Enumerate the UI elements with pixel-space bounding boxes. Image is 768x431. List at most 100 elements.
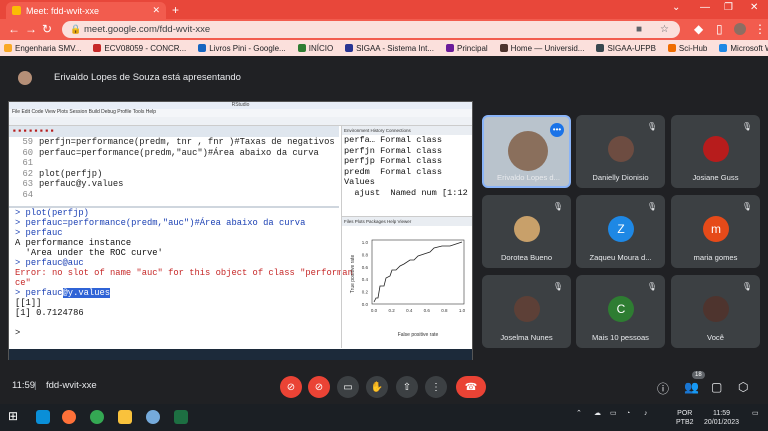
lock-icon: 🔒	[70, 24, 82, 34]
participant-tile[interactable]: ••• Erivaldo Lopes d...	[482, 115, 571, 188]
mic-muted-icon: 🎙	[646, 202, 657, 211]
participant-tile[interactable]: C 🎙 Mais 10 pessoas	[576, 275, 665, 348]
minimize-icon[interactable]: —	[700, 2, 710, 13]
leave-call-button[interactable]: ☎	[456, 376, 486, 398]
y-axis-label: True positive rate	[350, 255, 356, 294]
browser-tab[interactable]: Meet: fdd-wvit-xxe ✕	[6, 2, 166, 19]
language-indicator[interactable]: POR PTB2	[676, 409, 694, 427]
participant-tile[interactable]: 🎙 Josiane Guss	[671, 115, 760, 188]
bookmark[interactable]: SIGAA-UFPB	[596, 44, 656, 53]
captions-button[interactable]: ▭	[337, 376, 359, 398]
captions-icon: ▭	[343, 381, 353, 393]
system-tray-icon[interactable]: ⌃	[576, 409, 582, 418]
camera-indicator-icon[interactable]: ■	[636, 24, 642, 35]
participant-tile[interactable]: 🎙 Dorotea Bueno	[482, 195, 571, 268]
mic-muted-icon: 🎙	[741, 122, 752, 131]
console-line: ce"	[15, 278, 31, 288]
activities-icon[interactable]: ⬡	[738, 380, 748, 394]
forward-icon[interactable]: →	[25, 22, 37, 36]
mic-off-button[interactable]: ⊘	[280, 376, 302, 398]
excel-icon[interactable]	[174, 410, 188, 424]
bookmark[interactable]: Principal	[445, 44, 488, 53]
presenting-banner: Erivaldo Lopes de Souza está apresentand…	[0, 62, 768, 92]
console-line: A performance instance	[15, 238, 132, 248]
bookmark[interactable]: Sci-Hub	[667, 44, 707, 53]
y-tick-label: 0.4	[362, 277, 369, 282]
participant-avatar: Z	[608, 216, 634, 242]
bookmark[interactable]: Microsoft Word - A...	[719, 44, 768, 53]
new-tab-icon[interactable]: +	[172, 3, 179, 17]
bookmark[interactable]: Engenharia SMV...	[4, 44, 81, 53]
bookmark[interactable]: INÍCIO	[297, 44, 333, 53]
camera-off-button[interactable]: ⊘	[308, 376, 330, 398]
more-options-button[interactable]: ⋮	[425, 376, 447, 398]
windows-start-icon[interactable]: ⊞	[8, 409, 22, 423]
url-field[interactable]: 🔒 meet.google.com/fdd-wvit-xxe ■ ☆	[62, 21, 680, 38]
edge-icon[interactable]	[36, 410, 50, 424]
participant-count-badge: 18	[692, 371, 705, 379]
participant-tile[interactable]: Z 🎙 Zaqueu Moura d...	[576, 195, 665, 268]
console-line: 'Area under the ROC curve'	[15, 248, 163, 258]
network-icon[interactable]: ▭	[610, 409, 617, 418]
meeting-code: fdd-wvit-xxe	[46, 380, 97, 391]
star-icon[interactable]: ☆	[660, 24, 669, 35]
meet-favicon-icon	[12, 6, 21, 15]
participant-tile[interactable]: 🎙 Joselma Nunes	[482, 275, 571, 348]
participant-name: Danielly Dionisio	[592, 173, 649, 182]
bookmark[interactable]: Home — Universid...	[499, 44, 584, 53]
environment-pane: Environment History Connections perfa… F…	[341, 126, 472, 216]
tab-search-icon[interactable]: ⌄	[672, 2, 680, 13]
reload-icon[interactable]: ↻	[42, 22, 52, 36]
chrome-icon[interactable]	[90, 410, 104, 424]
close-tab-icon[interactable]: ✕	[152, 5, 160, 16]
source-line: 61	[9, 158, 339, 169]
onedrive-icon[interactable]: ☁	[594, 409, 601, 418]
x-tick-label: 1.0	[459, 308, 466, 313]
participant-tile[interactable]: 🎙 Você	[671, 275, 760, 348]
participant-tile[interactable]: 🎙 Danielly Dionisio	[576, 115, 665, 188]
mic-muted-icon: 🎙	[741, 282, 752, 291]
maximize-icon[interactable]: ❐	[724, 2, 733, 13]
environment-tabs: Environment History Connections	[342, 126, 472, 135]
bookmark[interactable]: ECV08059 - CONCR...	[93, 44, 186, 53]
menu-icon[interactable]: ⋮	[754, 22, 766, 36]
source-line: 60 perfauc=performance(predm,"auc")#Área …	[9, 148, 339, 159]
present-icon: ⇧	[402, 381, 412, 393]
console-line: > perfauc@y.values	[15, 288, 111, 298]
clock[interactable]: 11:59 20/01/2023	[704, 409, 739, 427]
chat-icon[interactable]: ▢	[711, 380, 722, 394]
notifications-icon[interactable]: ▭	[752, 409, 759, 418]
more-options-icon: •••	[550, 123, 564, 137]
console-line: > perfauc	[15, 228, 63, 238]
line-code: perfauc=performance(predm,"auc")#Área ab…	[39, 147, 319, 158]
rstudio-icon[interactable]	[146, 410, 160, 424]
bookmark[interactable]: SIGAA - Sistema Int...	[345, 44, 434, 53]
hang-up-icon: ☎	[464, 381, 478, 393]
console-pane: > plot(perfjp) > perfauc=performance(pred…	[9, 206, 353, 348]
more-icon: ⋮	[431, 381, 441, 393]
close-window-icon[interactable]: ✕	[750, 2, 758, 13]
console-line: >	[15, 328, 21, 338]
wifi-icon[interactable]: ◔	[626, 409, 630, 418]
participant-avatar	[608, 136, 634, 162]
profile-avatar[interactable]	[734, 23, 746, 35]
file-explorer-icon[interactable]	[118, 410, 132, 424]
back-icon[interactable]: ←	[8, 22, 20, 36]
y-tick-label: 0.0	[362, 302, 369, 307]
presenter-video	[508, 131, 548, 171]
url-text: meet.google.com/fdd-wvit-xxe	[84, 24, 211, 35]
people-icon[interactable]: 👥	[684, 380, 699, 394]
selected-text: @y.values	[62, 288, 111, 298]
raise-hand-button[interactable]: ✋	[366, 376, 388, 398]
volume-icon[interactable]: ♪	[644, 409, 648, 418]
info-icon[interactable]: ⓘ	[657, 380, 669, 397]
extensions-icon[interactable]: ◆	[694, 22, 703, 36]
environment-line: Values	[344, 177, 375, 187]
bookmark[interactable]: Livros Pini - Google...	[198, 44, 286, 53]
line-number: 59	[22, 137, 33, 147]
participant-tile[interactable]: m 🎙 maria gomes	[671, 195, 760, 268]
side-panel-icon[interactable]: ▯	[716, 22, 723, 36]
firefox-icon[interactable]	[62, 410, 76, 424]
present-button[interactable]: ⇧	[396, 376, 418, 398]
participant-name: maria gomes	[693, 253, 738, 262]
